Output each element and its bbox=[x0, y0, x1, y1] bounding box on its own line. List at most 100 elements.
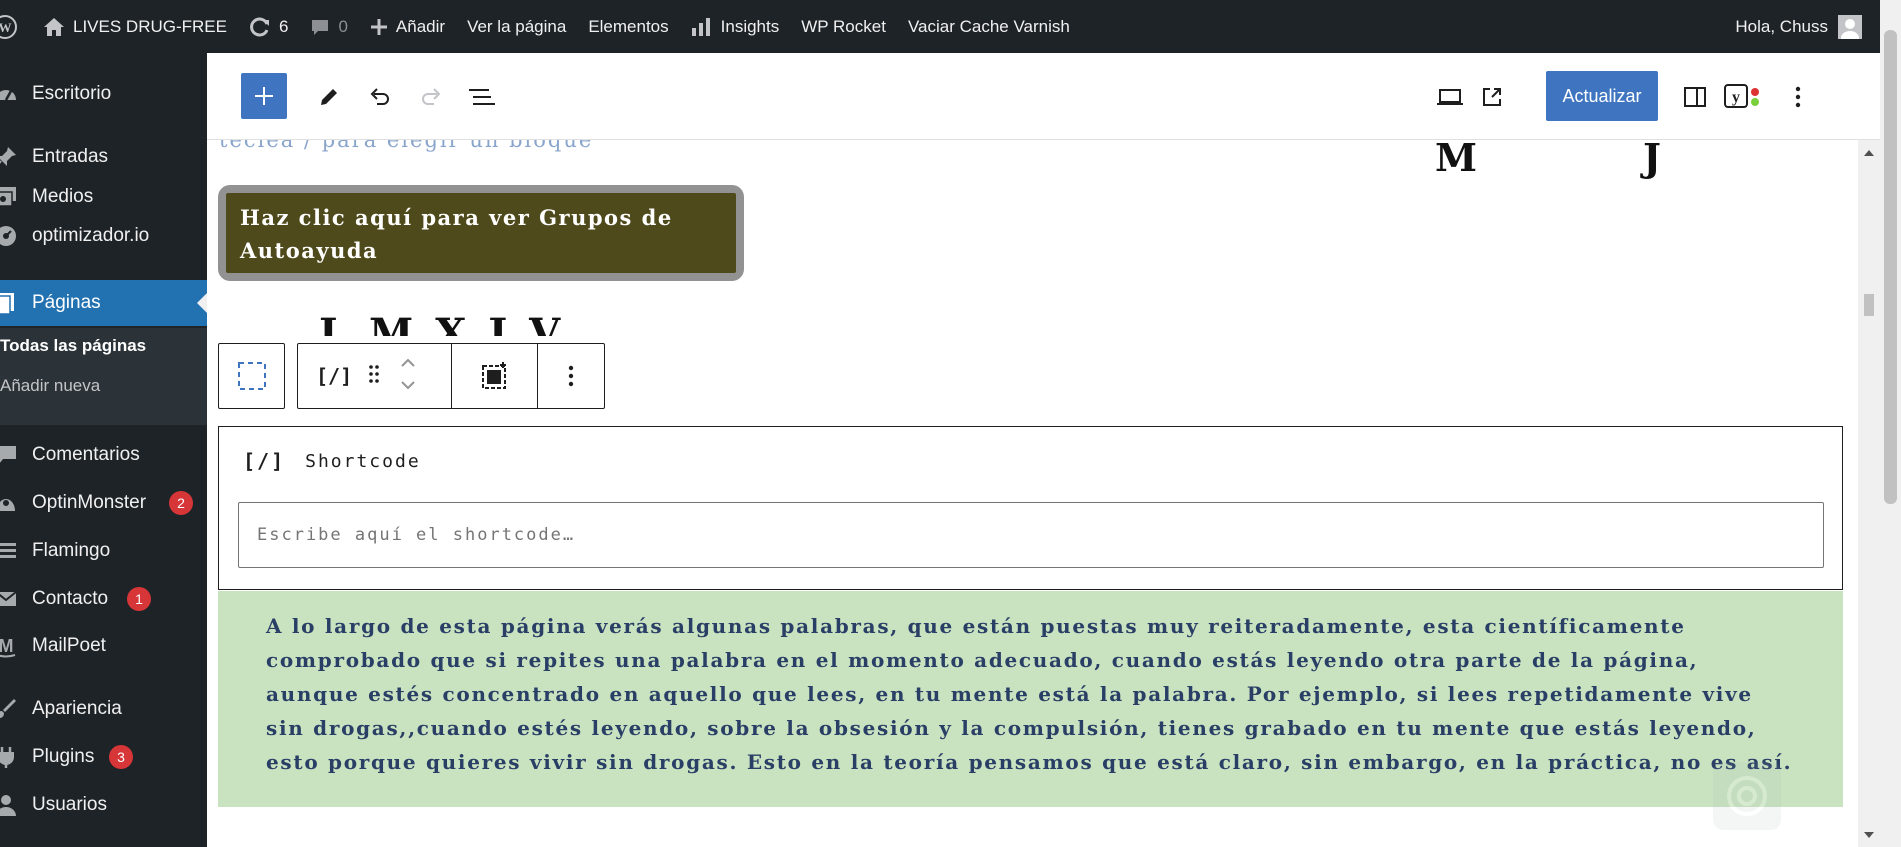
sidebar-item-label: Escritorio bbox=[32, 83, 112, 104]
update-button[interactable]: Actualizar bbox=[1546, 71, 1658, 121]
updates-count: 6 bbox=[278, 16, 289, 36]
self-help-groups-button[interactable]: Haz clic aquí para ver Grupos de Autoayu… bbox=[218, 185, 744, 281]
site-name: LIVES DRUG-FREE bbox=[73, 16, 227, 36]
sidebar-item-label: Flamingo bbox=[32, 540, 111, 561]
editor-toolbar: Actualizar y bbox=[207, 53, 1880, 140]
varnish-link[interactable]: Vaciar Cache Varnish bbox=[897, 0, 1081, 53]
redo-button[interactable] bbox=[409, 53, 453, 140]
media-icon bbox=[0, 183, 20, 211]
group-button[interactable] bbox=[452, 344, 538, 408]
view-page-button[interactable] bbox=[1470, 53, 1514, 140]
comment-icon bbox=[0, 441, 20, 469]
add-block-button[interactable] bbox=[241, 73, 287, 119]
window-scrollbar-thumb[interactable] bbox=[1884, 30, 1897, 504]
add-new-label: Añadir bbox=[395, 16, 446, 36]
gauge-icon bbox=[0, 222, 20, 250]
add-new-menu[interactable]: Añadir bbox=[359, 0, 456, 53]
editor-canvas[interactable]: teclea / para elegir un bloque M J Haz c… bbox=[207, 140, 1858, 847]
sidebar-item-flamingo[interactable]: Flamingo bbox=[0, 528, 207, 574]
block-toolbar: [/] bbox=[297, 343, 605, 409]
sidebar-item-optinmonster[interactable]: OptinMonster 2 bbox=[0, 480, 207, 526]
sidebar-item-escritorio[interactable]: Escritorio bbox=[0, 71, 207, 117]
sidebar-item-label: Apariencia bbox=[32, 698, 122, 719]
shortcode-input[interactable] bbox=[238, 502, 1824, 568]
preview-button[interactable] bbox=[1428, 53, 1472, 140]
updates-link[interactable]: 6 bbox=[238, 0, 299, 53]
canvas-scrollbar-thumb[interactable] bbox=[1864, 294, 1874, 316]
brush-icon bbox=[0, 695, 20, 723]
optinmonster-icon bbox=[0, 489, 20, 517]
submenu-all-pages[interactable]: Todas las páginas bbox=[0, 336, 146, 356]
insights-link[interactable]: Insights bbox=[680, 0, 791, 53]
more-vertical-icon bbox=[568, 365, 574, 387]
redo-icon bbox=[422, 87, 441, 105]
pages-submenu: Todas las páginas Añadir nueva bbox=[0, 328, 207, 425]
admin-bar: W LIVES DRUG-FREE 6 0 Añadir Ver la pági… bbox=[0, 0, 1880, 53]
view-page-link[interactable]: Ver la página bbox=[456, 0, 577, 53]
move-up-down-icon[interactable] bbox=[400, 356, 416, 396]
scroll-up-arrow-icon[interactable] bbox=[1864, 150, 1874, 156]
elements-link[interactable]: Elementos bbox=[577, 0, 679, 53]
account-menu[interactable]: Hola, Chuss bbox=[1735, 14, 1880, 39]
flamingo-icon bbox=[0, 537, 20, 565]
wp-rocket-link[interactable]: WP Rocket bbox=[790, 0, 897, 53]
contacto-badge: 1 bbox=[127, 587, 151, 611]
more-vertical-icon bbox=[1795, 86, 1801, 107]
sidebar-item-optimizador[interactable]: optimizador.io bbox=[0, 213, 207, 259]
weekday-letters-image: L M X J V bbox=[319, 310, 619, 336]
varnish-label: Vaciar Cache Varnish bbox=[907, 16, 1070, 36]
shortcode-header: [/] Shortcode bbox=[243, 449, 421, 473]
admin-sidebar: Escritorio Entradas Medios optimizador.i… bbox=[0, 53, 207, 847]
shortcode-block[interactable]: [/] Shortcode bbox=[218, 426, 1843, 590]
canvas-scrollbar[interactable] bbox=[1858, 140, 1880, 847]
refresh-icon bbox=[249, 16, 271, 38]
plus-icon bbox=[370, 18, 388, 36]
pin-icon bbox=[0, 143, 20, 171]
sidebar-item-label: optimizador.io bbox=[32, 225, 150, 246]
options-button[interactable] bbox=[1776, 53, 1820, 140]
shortcode-block-icon[interactable]: [/] bbox=[316, 364, 352, 388]
comments-count: 0 bbox=[338, 16, 348, 36]
window-scrollbar[interactable] bbox=[1880, 0, 1901, 847]
optinmonster-badge: 2 bbox=[169, 491, 193, 515]
sidebar-item-apariencia[interactable]: Apariencia bbox=[0, 686, 207, 732]
document-overview-button[interactable] bbox=[460, 53, 504, 140]
edit-tool-button[interactable] bbox=[307, 53, 351, 140]
shortcode-title: Shortcode bbox=[305, 450, 421, 472]
plus-icon bbox=[255, 87, 273, 105]
sidebar-item-plugins[interactable]: Plugins 3 bbox=[0, 734, 207, 780]
undo-button[interactable] bbox=[358, 53, 402, 140]
wordpress-logo-icon[interactable]: W bbox=[0, 0, 32, 53]
sidebar-item-comentarios[interactable]: Comentarios bbox=[0, 432, 207, 478]
sidebar-item-usuarios[interactable]: Usuarios bbox=[0, 782, 207, 828]
comments-link[interactable]: 0 bbox=[299, 0, 358, 53]
block-options-button[interactable] bbox=[538, 344, 604, 408]
sidebar-item-label: Contacto bbox=[32, 588, 109, 609]
site-name-link[interactable]: LIVES DRUG-FREE bbox=[32, 0, 238, 53]
comment-icon bbox=[310, 17, 330, 37]
sidebar-item-contacto[interactable]: Contacto 1 bbox=[0, 576, 207, 622]
sidebar-item-label: MailPoet bbox=[32, 635, 106, 656]
day-letter-m: M bbox=[1435, 140, 1482, 180]
sidebar-item-paginas[interactable]: Páginas bbox=[0, 280, 207, 326]
dashboard-icon bbox=[0, 80, 20, 108]
wp-rocket-label: WP Rocket bbox=[801, 16, 886, 36]
yoast-seo-button[interactable]: y bbox=[1721, 53, 1765, 140]
laptop-icon bbox=[1437, 88, 1463, 105]
scroll-down-arrow-icon[interactable] bbox=[1864, 832, 1874, 838]
submenu-add-new[interactable]: Añadir nueva bbox=[0, 376, 100, 396]
select-parent-button[interactable] bbox=[218, 343, 285, 409]
plugins-badge: 3 bbox=[109, 745, 133, 769]
sidebar-item-label: Comentarios bbox=[32, 444, 140, 465]
svg-text:M: M bbox=[0, 636, 14, 656]
drag-handle-icon[interactable] bbox=[368, 363, 380, 389]
home-icon bbox=[43, 17, 65, 37]
sidebar-item-mailpoet[interactable]: M MailPoet bbox=[0, 623, 207, 669]
settings-sidebar-button[interactable] bbox=[1673, 53, 1717, 140]
block-type-controls: [/] bbox=[298, 344, 452, 408]
weekday-letters: L M X J V bbox=[319, 310, 565, 336]
sidebar-item-label: Medios bbox=[32, 186, 94, 207]
paragraph-block[interactable]: A lo largo de esta página verás algunas … bbox=[218, 591, 1843, 807]
chatgpt-watermark-icon bbox=[1713, 762, 1781, 830]
day-letter-j: J bbox=[1643, 140, 1665, 180]
